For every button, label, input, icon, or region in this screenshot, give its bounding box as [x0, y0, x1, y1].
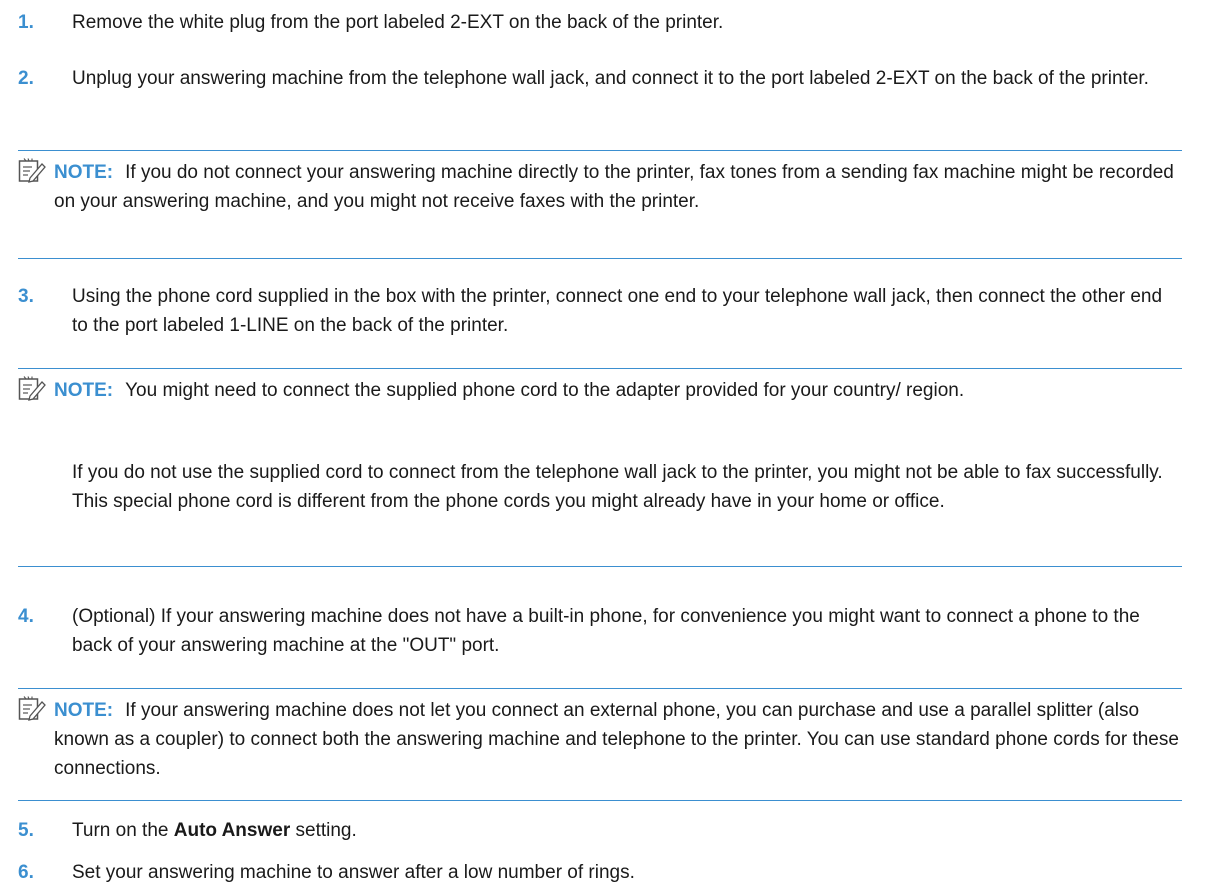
step-text-after: setting.: [290, 820, 357, 841]
step-number: 6.: [18, 862, 34, 883]
note-pencil-icon: [18, 696, 46, 721]
setting-name: Auto Answer: [173, 820, 291, 841]
note-pencil-icon: [18, 376, 46, 401]
step-number: 3.: [18, 286, 34, 307]
step-text: Set your answering machine to answer aft…: [72, 862, 635, 883]
note-body: NOTE: If you do not connect your answerin…: [54, 158, 1182, 216]
step-text: (Optional) If your answering machine doe…: [72, 606, 1140, 656]
instruction-document: 1. Remove the white plug from the port l…: [0, 0, 1210, 891]
step-number: 1.: [18, 12, 34, 33]
note-label: NOTE:: [54, 380, 114, 401]
note-text: If your answering machine does not let y…: [54, 700, 1179, 779]
note-top-rule: [18, 368, 1182, 369]
note-text: If you do not connect your answering mac…: [54, 162, 1174, 212]
step-text: Turn on the Auto Answer setting.: [72, 816, 1182, 845]
step-number: 4.: [18, 606, 34, 627]
note-bottom-rule: [18, 258, 1182, 259]
step-number: 2.: [18, 68, 34, 89]
note-text: You might need to connect the supplied p…: [125, 380, 965, 401]
note-top-rule: [18, 150, 1182, 151]
step-text: Remove the white plug from the port labe…: [72, 12, 724, 33]
note-bottom-rule: [18, 566, 1182, 567]
note-top-rule: [18, 688, 1182, 689]
note-bottom-rule: [18, 800, 1182, 801]
note-body: NOTE: If your answering machine does not …: [54, 696, 1182, 783]
step-number: 5.: [18, 820, 34, 841]
step-text-before: Turn on the: [72, 820, 174, 841]
note-body: NOTE: You might need to connect the suppl…: [54, 376, 1182, 405]
step-text: Using the phone cord supplied in the box…: [72, 286, 1163, 336]
note-label: NOTE:: [54, 700, 114, 721]
step-text: Unplug your answering machine from the t…: [72, 68, 1149, 89]
note-label: NOTE:: [54, 162, 114, 183]
note-pencil-icon: [18, 158, 46, 183]
note-paragraph: If you do not use the supplied cord to c…: [72, 462, 1163, 512]
